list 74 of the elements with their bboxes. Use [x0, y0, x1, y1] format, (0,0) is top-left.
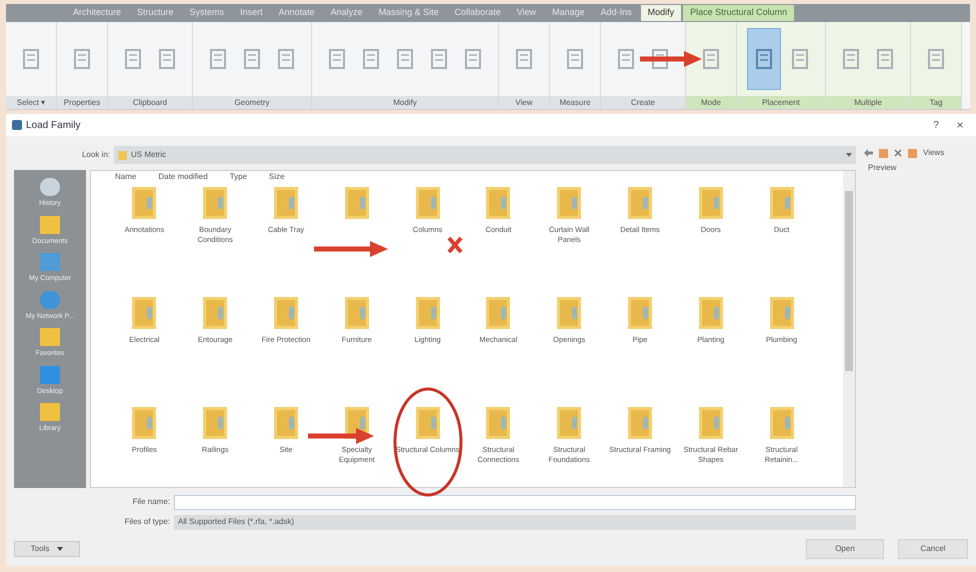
tool-icon — [21, 48, 41, 70]
tool-icon — [616, 48, 636, 70]
preview-label: Preview — [867, 162, 898, 174]
panel-label: Select ▾ — [6, 96, 56, 109]
ribbon-tab[interactable]: Place Structural Column — [683, 5, 794, 21]
tool-button[interactable] — [747, 28, 781, 90]
panel-label: Geometry — [193, 96, 311, 109]
cross-annotation — [447, 236, 463, 254]
tool-icon — [429, 48, 449, 70]
help-button[interactable]: ? — [926, 118, 946, 132]
panel-label: Tag — [911, 96, 961, 109]
file-type-label: Files of type: — [124, 516, 171, 528]
file-name-label: File name: — [132, 496, 171, 508]
tool-icon — [242, 48, 262, 70]
ribbon-tab[interactable]: Modify — [640, 5, 682, 21]
tool-icon — [157, 48, 177, 70]
look-in-dropdown[interactable]: US Metric — [114, 146, 856, 164]
tool-icon — [361, 48, 381, 70]
tool-icon — [565, 48, 585, 70]
panel-label: Placement — [737, 96, 825, 109]
tool-icon — [208, 48, 228, 70]
app-icon — [12, 120, 22, 130]
tool-icon — [790, 48, 810, 70]
panel-label: Measure — [550, 96, 600, 109]
tools-button[interactable]: Tools — [14, 541, 80, 557]
arrow-annotation — [308, 428, 374, 444]
place-icon — [40, 216, 60, 234]
place-icon — [40, 290, 60, 308]
dropdown-caret-icon — [57, 547, 64, 551]
folder-small-icon — [118, 150, 127, 160]
back-arrow-icon[interactable] — [864, 149, 873, 157]
scrollbar[interactable] — [843, 171, 855, 487]
tool-icon — [395, 48, 415, 70]
column-header[interactable]: Name — [115, 171, 136, 183]
place-icon — [40, 403, 60, 421]
tool-icon — [327, 48, 347, 70]
arrow-annotation — [640, 50, 702, 68]
column-header[interactable]: Type — [230, 171, 248, 183]
close-button[interactable]: × — [950, 116, 970, 134]
folder-up-icon[interactable] — [879, 148, 888, 158]
place-icon — [40, 328, 60, 346]
views-menu[interactable]: Views — [923, 147, 944, 159]
new-folder-icon[interactable] — [908, 148, 917, 158]
tool-icon — [463, 48, 483, 70]
panel-label: Create — [601, 96, 685, 109]
delete-icon[interactable] — [894, 149, 902, 157]
file-name-field[interactable] — [174, 494, 856, 510]
tool-icon — [926, 48, 946, 70]
column-header[interactable]: Size — [269, 171, 285, 183]
panel-label: Properties — [57, 96, 107, 109]
panel-label: Multiple — [826, 96, 910, 109]
tool-icon — [123, 48, 143, 70]
tool-icon — [701, 48, 721, 70]
tool-icon — [514, 48, 534, 70]
place-icon — [40, 366, 60, 384]
file-type-dropdown[interactable]: All Supported Files (*.rfa, *.adsk) — [174, 514, 856, 530]
panel-label: View — [499, 96, 549, 109]
dialog-title: Load Family — [26, 118, 80, 132]
tool-icon — [841, 48, 861, 70]
tool-icon — [754, 48, 774, 70]
column-header[interactable]: Date modified — [158, 171, 208, 183]
tool-icon — [72, 48, 92, 70]
panel-label: Modify — [312, 96, 498, 109]
dropdown-caret-icon — [846, 153, 852, 157]
look-in-label: Look in: — [80, 149, 110, 161]
panel-label: Clipboard — [108, 96, 192, 109]
place-icon — [40, 178, 60, 196]
cancel-button[interactable]: Cancel — [898, 539, 968, 559]
open-button[interactable]: Open — [806, 539, 884, 559]
tool-icon — [650, 48, 670, 70]
tool-icon — [875, 48, 895, 70]
place-icon — [40, 253, 60, 271]
tool-icon — [276, 48, 296, 70]
panel-label: Mode — [686, 96, 736, 109]
